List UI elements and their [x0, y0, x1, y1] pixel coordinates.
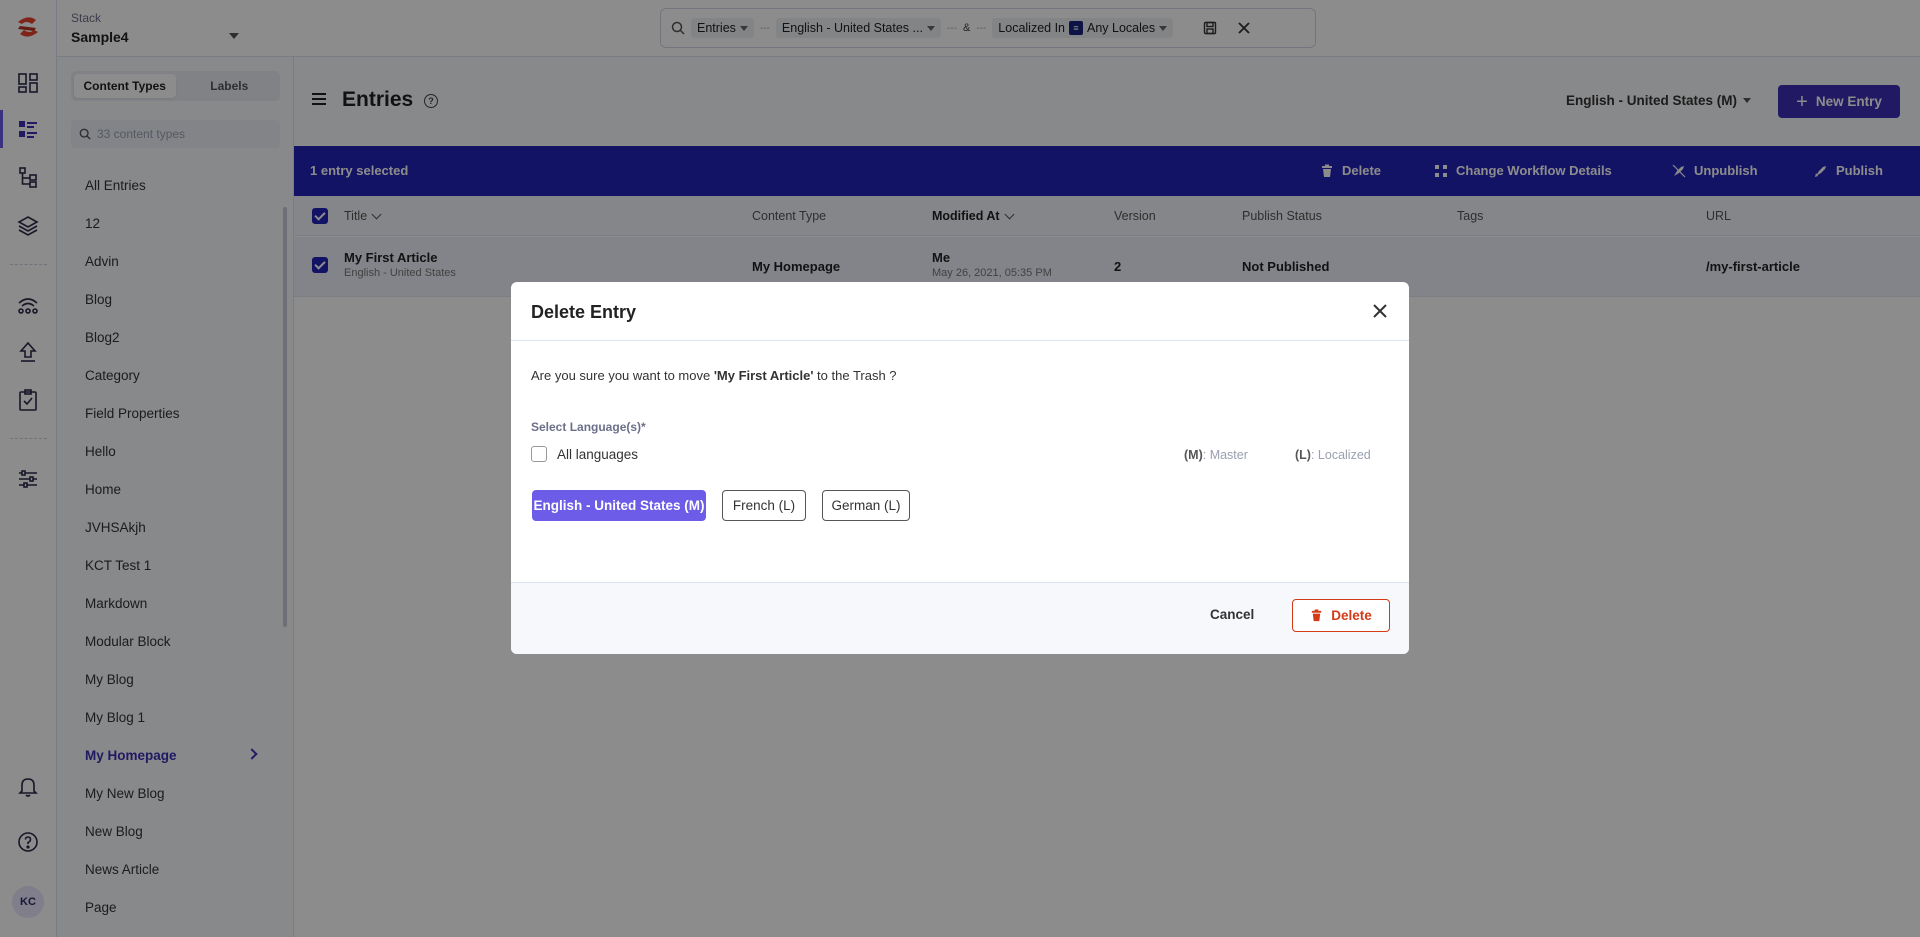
modal-title: Delete Entry: [531, 302, 637, 322]
confirm-message: Are you sure you want to move 'My First …: [531, 368, 897, 383]
legend-localized: (L): Localized: [1295, 448, 1371, 462]
all-languages-checkbox[interactable]: [531, 446, 547, 462]
trash-icon: [1312, 609, 1322, 622]
language-french-button[interactable]: French (L): [722, 490, 806, 521]
delete-entry-modal: Delete Entry Are you sure you want to mo…: [511, 282, 1409, 654]
select-languages-label: Select Language(s)*: [531, 420, 646, 434]
language-selection-panel: Select Language(s)* All languages (M): M…: [515, 410, 1405, 521]
modal-header: Delete Entry: [511, 282, 1409, 341]
all-languages-option[interactable]: All languages: [531, 446, 638, 462]
close-icon[interactable]: [1371, 302, 1389, 320]
language-english-button[interactable]: English - United States (M): [532, 490, 706, 521]
entry-name: 'My First Article': [713, 368, 814, 383]
cancel-button[interactable]: Cancel: [1210, 607, 1254, 622]
delete-button[interactable]: Delete: [1292, 599, 1390, 632]
modal-footer: Cancel Delete: [511, 582, 1409, 654]
language-german-button[interactable]: German (L): [822, 490, 910, 521]
legend-master: (M): Master: [1184, 448, 1248, 462]
